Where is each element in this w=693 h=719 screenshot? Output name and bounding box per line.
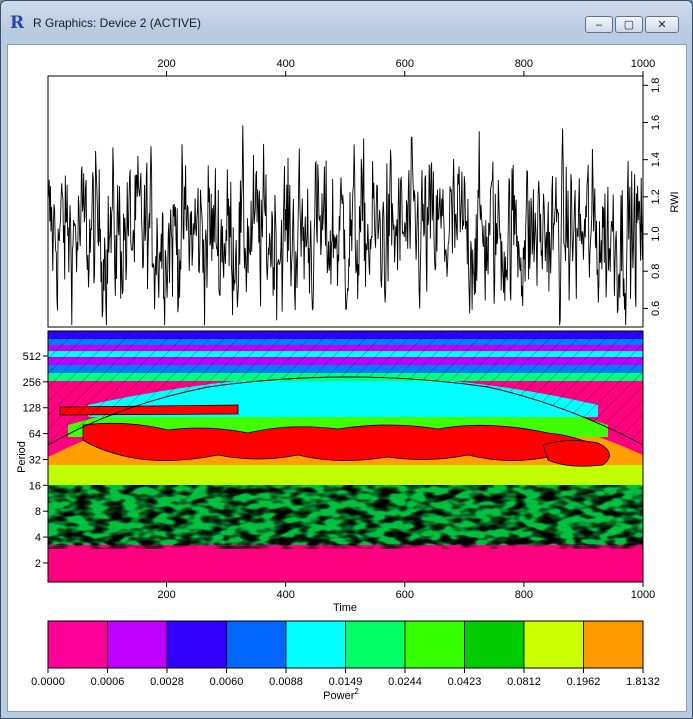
legend-break-label: 0.0028 bbox=[150, 676, 184, 688]
legend-break-label: 0.0006 bbox=[91, 676, 125, 688]
top-x-tick-label: 1000 bbox=[631, 58, 655, 70]
period-tick-label: 8 bbox=[35, 506, 41, 518]
time-tick-label: 600 bbox=[396, 589, 414, 601]
rwi-y-tick-label: 1.8 bbox=[650, 78, 662, 93]
rwi-y-tick-label: 0.6 bbox=[650, 301, 662, 316]
period-tick-label: 64 bbox=[29, 429, 41, 441]
maximize-icon: ▢ bbox=[623, 19, 635, 31]
time-axis-label: Time bbox=[333, 602, 357, 614]
rwi-y-tick-label: 1.6 bbox=[650, 115, 662, 130]
legend-swatch bbox=[107, 620, 168, 669]
period-tick-label: 2 bbox=[35, 558, 41, 570]
legend-break-label: 0.0060 bbox=[210, 676, 244, 688]
legend-break-label: 0.0000 bbox=[31, 676, 65, 688]
rwi-time-series-panel: 200 400 600 800 1000 0.6 0.8 1.0 1.2 1.4 1.6 1.8 R… bbox=[47, 58, 681, 328]
legend-break-label: 0.1962 bbox=[567, 676, 601, 688]
window-title: R Graphics: Device 2 (ACTIVE) bbox=[33, 16, 202, 30]
r-app-icon: R bbox=[10, 13, 25, 33]
top-x-tick-label: 400 bbox=[276, 58, 294, 70]
rwi-y-tick-label: 1.4 bbox=[650, 152, 662, 167]
legend-swatch bbox=[166, 620, 227, 669]
period-axis-label: Period bbox=[16, 441, 28, 473]
maximize-button[interactable]: ▢ bbox=[615, 16, 643, 33]
top-x-tick-label: 800 bbox=[515, 58, 533, 70]
wavelet-power-panel: 2 4 8 16 32 64 128 256 512 200 400 600 800 1000 Time… bbox=[16, 330, 655, 614]
legend-swatch bbox=[464, 620, 525, 669]
plot-svg: 200 400 600 800 1000 0.6 0.8 1.0 1.2 1.4 1.6 1.8 R… bbox=[16, 58, 681, 702]
close-button[interactable]: ✕ bbox=[645, 16, 679, 33]
period-tick-label: 16 bbox=[29, 480, 41, 492]
minimize-icon: ‒ bbox=[595, 18, 603, 31]
rwi-y-tick-label: 1.0 bbox=[650, 226, 662, 241]
minimize-button[interactable]: ‒ bbox=[585, 16, 613, 33]
time-axis: 200 400 600 800 1000 bbox=[157, 582, 655, 601]
legend-swatch bbox=[404, 620, 465, 669]
legend-swatch bbox=[47, 620, 108, 669]
period-tick-label: 512 bbox=[23, 351, 41, 363]
time-tick-label: 400 bbox=[276, 589, 294, 601]
time-tick-label: 1000 bbox=[631, 589, 655, 601]
period-tick-label: 128 bbox=[23, 403, 41, 415]
top-x-tick-label: 200 bbox=[157, 58, 175, 70]
time-tick-label: 200 bbox=[157, 589, 175, 601]
power-color-legend: 0.0000 0.0006 0.0028 0.0060 0.0088 0.0149 0.02… bbox=[31, 620, 660, 702]
title-bar[interactable]: R R Graphics: Device 2 (ACTIVE) ‒ ▢ ✕ bbox=[1, 1, 692, 37]
legend-swatch bbox=[285, 620, 346, 669]
plot-canvas: 200 400 600 800 1000 0.6 0.8 1.0 1.2 1.4 1.6 1.8 R… bbox=[7, 44, 687, 712]
top-x-axis: 200 400 600 800 1000 bbox=[157, 58, 655, 76]
legend-break-label: 1.8132 bbox=[626, 676, 660, 688]
r-graphics-window: R R Graphics: Device 2 (ACTIVE) ‒ ▢ ✕ 20… bbox=[0, 0, 693, 719]
legend-swatch bbox=[583, 620, 644, 669]
legend-title: Power2 bbox=[323, 687, 359, 702]
rwi-axis-label: RWI bbox=[669, 191, 681, 212]
right-y-axis: 0.6 0.8 1.0 1.2 1.4 1.6 1.8 bbox=[643, 78, 662, 316]
legend-break-label: 0.0812 bbox=[507, 676, 541, 688]
legend-break-label: 0.0244 bbox=[388, 676, 422, 688]
legend-swatch bbox=[523, 620, 584, 669]
period-tick-label: 256 bbox=[23, 377, 41, 389]
legend-break-label: 0.0423 bbox=[448, 676, 482, 688]
close-icon: ✕ bbox=[657, 19, 667, 31]
legend-break-label: 0.0088 bbox=[269, 676, 303, 688]
legend-swatch bbox=[345, 620, 406, 669]
rwi-y-tick-label: 0.8 bbox=[650, 264, 662, 279]
time-tick-label: 800 bbox=[515, 589, 533, 601]
rwi-y-tick-label: 1.2 bbox=[650, 189, 662, 204]
top-x-tick-label: 600 bbox=[396, 58, 414, 70]
legend-swatch bbox=[226, 620, 287, 669]
period-tick-label: 4 bbox=[35, 532, 41, 544]
period-tick-label: 32 bbox=[29, 454, 41, 466]
